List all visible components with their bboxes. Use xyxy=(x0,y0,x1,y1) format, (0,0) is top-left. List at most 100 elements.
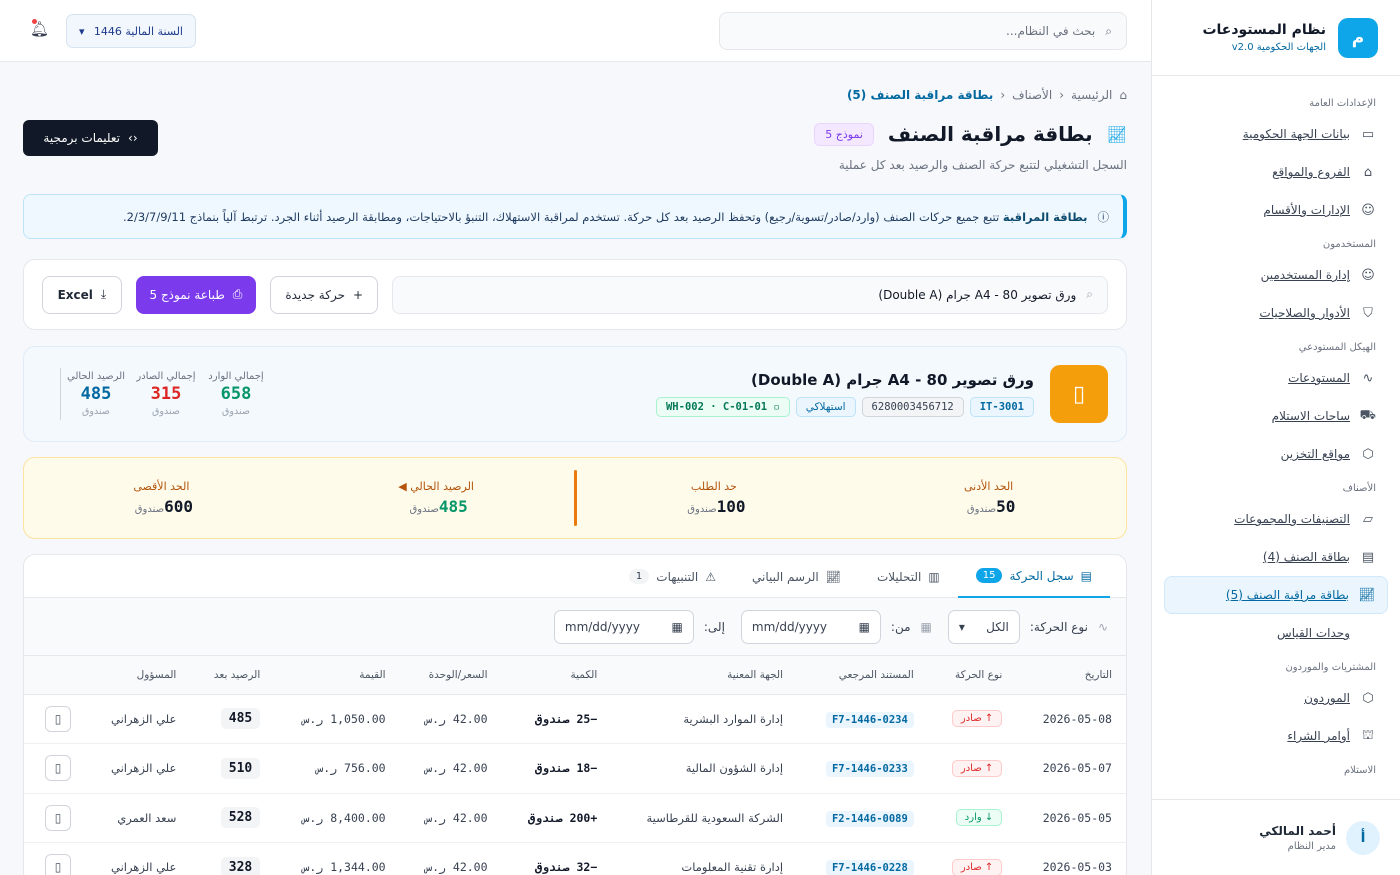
sidebar-item[interactable]: ⬡ الموردون xyxy=(1164,679,1388,717)
item-totals: إجمالي الوارد 658 صندوق إجمالي الصادر 315 صند… xyxy=(42,368,271,420)
document-icon[interactable]: ▯ xyxy=(44,705,71,732)
table-header: التاريخ نوع الحركة المستند المرجعي الجهة ال… xyxy=(24,656,1126,695)
global-search-input[interactable]: ⌕ بحث في النظام... xyxy=(719,12,1127,50)
excel-export-button[interactable]: ⤓ Excel xyxy=(42,275,122,314)
sidebar-item[interactable]: ▭ بيانات الجهة الحكومية xyxy=(1164,115,1388,153)
tab-1[interactable]: ▥ التحليلات xyxy=(859,555,958,598)
avatar: أ xyxy=(1346,820,1380,855)
total-unit: صندوق xyxy=(222,406,250,417)
document-icon[interactable]: ▯ xyxy=(44,755,71,782)
total-unit: صندوق xyxy=(152,406,180,417)
balance-cell: 485 xyxy=(190,694,275,744)
sidebar-item[interactable]: ⌂ الفروع والمواقع xyxy=(1164,153,1388,191)
row-owner: علي الزهراني xyxy=(110,711,177,726)
code-icon: ‹› xyxy=(128,131,138,145)
row-party: إدارة تقنية المعلومات xyxy=(681,860,784,875)
item-tags: IT-3001 6280003456712 استهلاكي ▫ WH-002 … xyxy=(655,397,1034,417)
sidebar-item[interactable]: ▤ بطاقة الصنف (4) xyxy=(1164,538,1388,576)
reference-document-link[interactable]: F2-1446-0089 xyxy=(825,810,914,827)
sidebar-item[interactable]: 📈︎ بطاقة مراقبة الصنف (5) xyxy=(1164,576,1388,614)
item-info: ورق تصوير A4 - 80 جرام (Double A) IT-300… xyxy=(655,371,1034,417)
movement-type-badge: ↓ وارد xyxy=(955,809,1003,827)
fiscal-year-select[interactable]: السنة المالية 1446 ▾ xyxy=(66,14,196,48)
sidebar-item[interactable]: ☺ الإدارات والأقسام xyxy=(1164,191,1388,229)
nav-section-title: الاستلام xyxy=(1343,765,1376,776)
breadcrumb-separator: ‹ xyxy=(1059,88,1065,102)
model-badge: نموذج 5 xyxy=(814,122,874,146)
tab-label: التنبيهات xyxy=(656,569,699,584)
breadcrumb-items[interactable]: الأصناف xyxy=(1012,88,1052,102)
print-form-button[interactable]: ⎙ طباعة نموذج 5 xyxy=(135,275,256,314)
home-icon[interactable]: ⌂ xyxy=(1119,88,1127,102)
movement-type-label: نوع الحركة: xyxy=(1029,619,1088,634)
date-cell: 2026-05-08 xyxy=(1016,694,1126,744)
bag-icon: ⛫ xyxy=(1362,727,1374,743)
nav-section-title: المستخدمون xyxy=(1322,239,1376,250)
notification-dot xyxy=(32,19,37,24)
sidebar-item[interactable]: ⛟ ساحات الاستلام xyxy=(1164,397,1388,435)
row-date: 2026-05-05 xyxy=(1042,810,1112,825)
arrow-up-icon: ↑ xyxy=(981,713,994,725)
search-icon: ⌕ xyxy=(1086,287,1093,301)
brand: م نظام المستودعات الجهات الحكومية v2.0 xyxy=(1152,0,1400,76)
row-value: 8,400.00 ر.س xyxy=(302,810,386,825)
sidebar-item[interactable]: ☺ إدارة المستخدمين xyxy=(1164,256,1388,294)
document-icon[interactable]: ▯ xyxy=(44,854,71,875)
tab-2[interactable]: 📈︎ الرسم البياني xyxy=(734,555,859,598)
item-search-input[interactable]: ⌕ ورق تصوير A4 - 80 جرام (Double A) xyxy=(392,275,1108,314)
reference-document-link[interactable]: F7-1446-0233 xyxy=(825,761,914,778)
sidebar-item[interactable]: وحدات القياس xyxy=(1164,614,1388,652)
breadcrumb-home[interactable]: الرئيسية xyxy=(1071,88,1112,102)
date-to-input[interactable]: mm/dd/yyyy ▦ xyxy=(553,609,694,644)
tab-0[interactable]: ▤ سجل الحركة 15 xyxy=(957,555,1110,598)
info-icon: ⓘ xyxy=(1097,209,1110,224)
item-name: ورق تصوير A4 - 80 جرام (Double A) xyxy=(751,371,1034,389)
code-instructions-button[interactable]: ‹› تعليمات برمجية xyxy=(23,120,158,156)
sidebar-item[interactable]: ▱ التصنيفات والمجموعات xyxy=(1164,500,1388,538)
new-movement-button[interactable]: + حركة جديدة xyxy=(270,275,379,314)
table-row[interactable]: 2026-05-03 ↑ صادر F7-1446-0228 إدارة تقنية … xyxy=(24,842,1126,875)
sidebar-item[interactable]: ⛫ أوامر الشراء xyxy=(1164,717,1388,755)
table-row[interactable]: 2026-05-07 ↑ صادر F7-1446-0233 إدارة الشؤون… xyxy=(24,743,1126,794)
movement-type-text: صادر xyxy=(960,762,982,774)
sidebar-item[interactable]: ⛉ الأدوار والصلاحيات xyxy=(1164,294,1388,332)
date-to-placeholder: mm/dd/yyyy xyxy=(564,619,640,634)
qty-cell: −25 صندوق xyxy=(501,694,612,744)
movement-type-select[interactable]: الكل ▾ xyxy=(947,609,1020,644)
type-cell: ↑ صادر xyxy=(927,743,1017,794)
table-row[interactable]: 2026-05-08 ↑ صادر F7-1446-0234 إدارة الموار… xyxy=(24,694,1126,744)
row-owner: علي الزهراني xyxy=(110,860,177,875)
breadcrumb-current: بطاقة مراقبة الصنف (5) xyxy=(846,88,994,102)
date-from-input[interactable]: mm/dd/yyyy ▦ xyxy=(740,609,881,644)
row-quantity: +200 صندوق xyxy=(528,810,598,825)
fiscal-year-value: السنة المالية 1446 xyxy=(93,24,183,38)
row-price: 42.00 ر.س xyxy=(425,711,488,726)
sidebar-item[interactable]: ⬡ مواقع التخزين xyxy=(1164,435,1388,473)
limit-value-row: 600صندوق xyxy=(24,497,299,516)
reference-document-link[interactable]: F7-1446-0228 xyxy=(825,860,914,875)
document-icon[interactable]: ▯ xyxy=(44,804,71,831)
movement-panel: ▤ سجل الحركة 15 ▥ التحليلات 📈︎ الرسم البياني ⚠ ا… xyxy=(23,554,1127,875)
tab-3[interactable]: ⚠ التنبيهات 1 xyxy=(611,555,734,598)
row-price: 42.00 ر.س xyxy=(425,761,488,776)
item-code-tag: IT-3001 xyxy=(969,397,1034,417)
sidebar-item[interactable]: ∿ المستودعات xyxy=(1164,359,1388,397)
total-value: 485 xyxy=(80,384,112,404)
table-body: 2026-05-08 ↑ صادر F7-1446-0234 إدارة الموار… xyxy=(24,694,1126,875)
movement-table: التاريخ نوع الحركة المستند المرجعي الجهة ال… xyxy=(24,656,1126,875)
title-row: 📈︎ بطاقة مراقبة الصنف نموذج 5 xyxy=(814,122,1127,146)
date-from-placeholder: mm/dd/yyyy xyxy=(751,619,828,634)
totals-divider xyxy=(60,368,61,420)
main-content: ⌂ الرئيسية ‹ الأصناف ‹ بطاقة مراقبة الصن… xyxy=(0,62,1151,875)
new-movement-label: حركة جديدة xyxy=(285,287,345,302)
limit-label: الحد الأقصى xyxy=(133,480,190,493)
sidebar-item-label: الأدوار والصلاحيات xyxy=(1259,306,1350,320)
sidebar-item-label: أوامر الشراء xyxy=(1287,729,1350,743)
sidebar-item-label: الفروع والمواقع xyxy=(1272,165,1350,179)
reference-document-link[interactable]: F7-1446-0234 xyxy=(825,711,914,728)
activity-icon: ∿ xyxy=(1097,619,1108,634)
tab-label: سجل الحركة xyxy=(1009,568,1074,583)
user-profile[interactable]: أ أحمد المالكي مدير النظام xyxy=(1151,799,1400,875)
table-row[interactable]: 2026-05-05 ↓ وارد F2-1446-0089 الشركة السعو… xyxy=(24,793,1126,843)
limit-unit: صندوق xyxy=(966,504,997,515)
